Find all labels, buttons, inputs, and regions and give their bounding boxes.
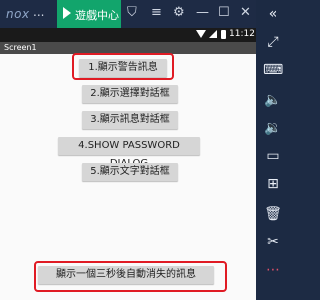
- nox-logo: nox: [6, 7, 30, 21]
- screen-title: Screen1: [4, 43, 37, 52]
- status-bar: 11:12: [0, 28, 256, 42]
- more-menu-dots[interactable]: ...: [33, 5, 44, 19]
- battery-icon: [221, 30, 226, 39]
- game-center-label: 遊戲中心: [75, 9, 119, 22]
- scissors-icon[interactable]: ✂: [263, 234, 283, 250]
- play-icon: [63, 7, 71, 19]
- volume-up-icon[interactable]: 🔈: [263, 92, 283, 108]
- show-password-dialog-button[interactable]: 4.SHOW PASSWORD DIALOG: [58, 137, 200, 169]
- emulator-top-bar: nox ... 遊戲中心 ⛉ ≡ ⚙ — ☐ ✕: [0, 0, 256, 28]
- trash-icon[interactable]: 🗑: [263, 206, 283, 222]
- emulator-side-panel: « ⤢ ⌨ 🔈 🔉 ▭ ⊞ 🗑 ✂ ⋯: [256, 0, 290, 300]
- highlight-box-alert: [72, 53, 174, 80]
- volume-down-icon[interactable]: 🔉: [263, 120, 283, 136]
- screen-icon[interactable]: ▭: [263, 148, 283, 164]
- minimize-icon[interactable]: —: [196, 6, 209, 20]
- fullscreen-icon[interactable]: ⤢: [263, 34, 283, 50]
- collapse-chevron-icon[interactable]: «: [263, 6, 283, 22]
- signal-icon: [209, 30, 217, 38]
- more-dots-icon[interactable]: ⋯: [263, 262, 283, 278]
- close-icon[interactable]: ✕: [240, 6, 251, 20]
- highlight-box-toast: [34, 261, 227, 292]
- keyboard-icon[interactable]: ⌨: [263, 62, 283, 78]
- show-choose-dialog-button[interactable]: 2.顯示選擇對話框: [82, 85, 178, 103]
- shirt-icon[interactable]: ⛉: [127, 6, 137, 20]
- show-text-dialog-button[interactable]: 5.顯示文字對話框: [82, 163, 178, 181]
- wifi-icon: [196, 30, 206, 38]
- game-center-tab[interactable]: 遊戲中心: [57, 0, 121, 28]
- gear-icon[interactable]: ⚙: [173, 6, 185, 20]
- maximize-icon[interactable]: ☐: [218, 6, 230, 20]
- add-apk-icon[interactable]: ⊞: [263, 176, 283, 192]
- status-time: 11:12: [229, 29, 255, 39]
- show-message-dialog-button[interactable]: 3.顯示訊息對話框: [82, 111, 178, 129]
- menu-icon[interactable]: ≡: [151, 6, 162, 20]
